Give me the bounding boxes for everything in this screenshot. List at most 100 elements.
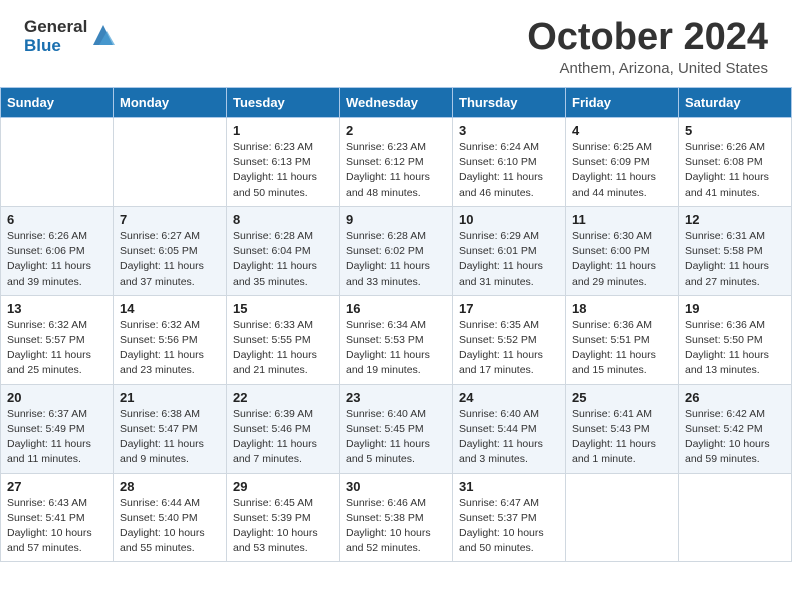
day-info: Sunrise: 6:36 AM Sunset: 5:51 PM Dayligh… [572,318,672,379]
day-of-week-header: Friday [566,88,679,118]
day-number: 2 [346,123,446,138]
calendar-cell: 6 Sunrise: 6:26 AM Sunset: 6:06 PM Daylig… [1,206,114,295]
day-info: Sunrise: 6:42 AM Sunset: 5:42 PM Dayligh… [685,407,785,468]
calendar-cell: 23 Sunrise: 6:40 AM Sunset: 5:45 PM Dayli… [340,384,453,473]
logo-blue-text: Blue [24,37,87,56]
calendar-cell: 20 Sunrise: 6:37 AM Sunset: 5:49 PM Dayli… [1,384,114,473]
calendar-cell: 10Sunrise: 6:29 AM Sunset: 6:01 PM Dayli… [453,206,566,295]
day-info: Sunrise: 6:46 AM Sunset: 5:38 PM Dayligh… [346,496,446,557]
day-info: Sunrise: 6:36 AM Sunset: 5:50 PM Dayligh… [685,318,785,379]
calendar-table: SundayMondayTuesdayWednesdayThursdayFrid… [0,87,792,562]
calendar-cell: 15 Sunrise: 6:33 AM Sunset: 5:55 PM Dayli… [227,295,340,384]
day-number: 10 [459,212,559,227]
day-of-week-header: Sunday [1,88,114,118]
day-info: Sunrise: 6:25 AM Sunset: 6:09 PM Dayligh… [572,140,672,201]
day-of-week-header: Saturday [679,88,792,118]
calendar-cell: 1 Sunrise: 6:23 AM Sunset: 6:13 PM Daylig… [227,118,340,207]
day-number: 17 [459,301,559,316]
calendar-week-row: 20 Sunrise: 6:37 AM Sunset: 5:49 PM Dayli… [1,384,792,473]
day-number: 19 [685,301,785,316]
calendar-cell [1,118,114,207]
day-number: 9 [346,212,446,227]
calendar-cell: 9Sunrise: 6:28 AM Sunset: 6:02 PM Daylig… [340,206,453,295]
day-info: Sunrise: 6:35 AM Sunset: 5:52 PM Dayligh… [459,318,559,379]
calendar-cell: 26 Sunrise: 6:42 AM Sunset: 5:42 PM Dayli… [679,384,792,473]
calendar-cell: 31Sunrise: 6:47 AM Sunset: 5:37 PM Dayli… [453,473,566,562]
day-info: Sunrise: 6:45 AM Sunset: 5:39 PM Dayligh… [233,496,333,557]
day-number: 12 [685,212,785,227]
day-info: Sunrise: 6:27 AM Sunset: 6:05 PM Dayligh… [120,229,220,290]
day-info: Sunrise: 6:47 AM Sunset: 5:37 PM Dayligh… [459,496,559,557]
day-info: Sunrise: 6:23 AM Sunset: 6:12 PM Dayligh… [346,140,446,201]
day-number: 26 [685,390,785,405]
day-info: Sunrise: 6:32 AM Sunset: 5:57 PM Dayligh… [7,318,107,379]
calendar-cell: 17 Sunrise: 6:35 AM Sunset: 5:52 PM Dayli… [453,295,566,384]
calendar-cell: 22 Sunrise: 6:39 AM Sunset: 5:46 PM Dayli… [227,384,340,473]
day-info: Sunrise: 6:39 AM Sunset: 5:46 PM Dayligh… [233,407,333,468]
calendar-cell: 7 Sunrise: 6:27 AM Sunset: 6:05 PM Daylig… [114,206,227,295]
day-number: 6 [7,212,107,227]
calendar-cell: 8Sunrise: 6:28 AM Sunset: 6:04 PM Daylig… [227,206,340,295]
calendar-cell: 28Sunrise: 6:44 AM Sunset: 5:40 PM Dayli… [114,473,227,562]
day-info: Sunrise: 6:24 AM Sunset: 6:10 PM Dayligh… [459,140,559,201]
day-info: Sunrise: 6:26 AM Sunset: 6:06 PM Dayligh… [7,229,107,290]
calendar-cell: 29 Sunrise: 6:45 AM Sunset: 5:39 PM Dayli… [227,473,340,562]
day-info: Sunrise: 6:44 AM Sunset: 5:40 PM Dayligh… [120,496,220,557]
day-number: 18 [572,301,672,316]
day-info: Sunrise: 6:30 AM Sunset: 6:00 PM Dayligh… [572,229,672,290]
calendar-cell: 30 Sunrise: 6:46 AM Sunset: 5:38 PM Dayli… [340,473,453,562]
month-title: October 2024 [527,18,768,56]
calendar-week-row: 6 Sunrise: 6:26 AM Sunset: 6:06 PM Daylig… [1,206,792,295]
day-number: 29 [233,479,333,494]
day-number: 7 [120,212,220,227]
day-number: 4 [572,123,672,138]
page-header: General Blue October 2024 Anthem, Arizon… [0,0,792,87]
day-number: 16 [346,301,446,316]
day-info: Sunrise: 6:38 AM Sunset: 5:47 PM Dayligh… [120,407,220,468]
day-info: Sunrise: 6:37 AM Sunset: 5:49 PM Dayligh… [7,407,107,468]
day-number: 1 [233,123,333,138]
calendar-cell: 5 Sunrise: 6:26 AM Sunset: 6:08 PM Daylig… [679,118,792,207]
day-number: 15 [233,301,333,316]
calendar-cell: 24 Sunrise: 6:40 AM Sunset: 5:44 PM Dayli… [453,384,566,473]
calendar-cell: 27Sunrise: 6:43 AM Sunset: 5:41 PM Dayli… [1,473,114,562]
day-of-week-header: Monday [114,88,227,118]
day-of-week-header: Wednesday [340,88,453,118]
calendar-header-row: SundayMondayTuesdayWednesdayThursdayFrid… [1,88,792,118]
calendar-cell: 18 Sunrise: 6:36 AM Sunset: 5:51 PM Dayli… [566,295,679,384]
day-number: 23 [346,390,446,405]
calendar-week-row: 27Sunrise: 6:43 AM Sunset: 5:41 PM Dayli… [1,473,792,562]
day-info: Sunrise: 6:31 AM Sunset: 5:58 PM Dayligh… [685,229,785,290]
day-number: 24 [459,390,559,405]
day-info: Sunrise: 6:32 AM Sunset: 5:56 PM Dayligh… [120,318,220,379]
day-info: Sunrise: 6:26 AM Sunset: 6:08 PM Dayligh… [685,140,785,201]
calendar-cell: 11Sunrise: 6:30 AM Sunset: 6:00 PM Dayli… [566,206,679,295]
day-info: Sunrise: 6:33 AM Sunset: 5:55 PM Dayligh… [233,318,333,379]
day-number: 21 [120,390,220,405]
day-number: 5 [685,123,785,138]
calendar-cell: 21 Sunrise: 6:38 AM Sunset: 5:47 PM Dayli… [114,384,227,473]
day-number: 14 [120,301,220,316]
calendar-cell [114,118,227,207]
logo-icon [89,21,117,49]
day-number: 25 [572,390,672,405]
day-number: 20 [7,390,107,405]
day-of-week-header: Thursday [453,88,566,118]
calendar-week-row: 1 Sunrise: 6:23 AM Sunset: 6:13 PM Daylig… [1,118,792,207]
calendar-cell: 14 Sunrise: 6:32 AM Sunset: 5:56 PM Dayli… [114,295,227,384]
calendar-cell [566,473,679,562]
day-info: Sunrise: 6:40 AM Sunset: 5:45 PM Dayligh… [346,407,446,468]
day-info: Sunrise: 6:34 AM Sunset: 5:53 PM Dayligh… [346,318,446,379]
day-info: Sunrise: 6:40 AM Sunset: 5:44 PM Dayligh… [459,407,559,468]
calendar-cell: 2 Sunrise: 6:23 AM Sunset: 6:12 PM Daylig… [340,118,453,207]
calendar-cell: 4 Sunrise: 6:25 AM Sunset: 6:09 PM Daylig… [566,118,679,207]
day-info: Sunrise: 6:41 AM Sunset: 5:43 PM Dayligh… [572,407,672,468]
day-info: Sunrise: 6:23 AM Sunset: 6:13 PM Dayligh… [233,140,333,201]
day-info: Sunrise: 6:28 AM Sunset: 6:04 PM Dayligh… [233,229,333,290]
day-number: 30 [346,479,446,494]
day-info: Sunrise: 6:43 AM Sunset: 5:41 PM Dayligh… [7,496,107,557]
calendar-cell: 25 Sunrise: 6:41 AM Sunset: 5:43 PM Dayli… [566,384,679,473]
day-number: 22 [233,390,333,405]
day-number: 13 [7,301,107,316]
title-block: October 2024 Anthem, Arizona, United Sta… [527,18,768,77]
